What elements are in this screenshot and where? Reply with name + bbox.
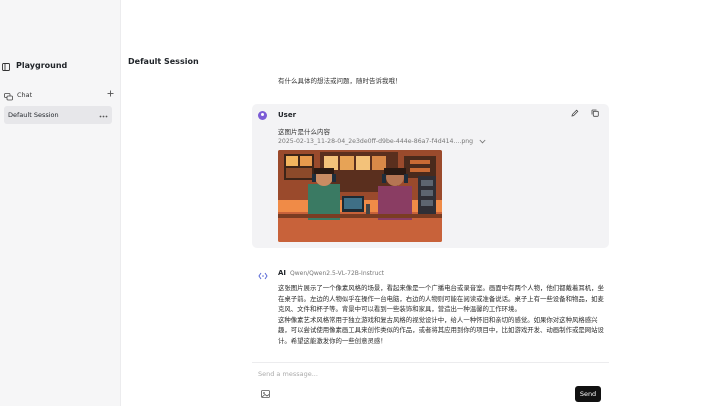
user-avatar-icon — [258, 111, 267, 120]
previous-ai-message: 有什么具体的想法或问题，随时告诉我哦！ — [278, 77, 402, 85]
page-title: Default Session — [128, 57, 199, 66]
ai-paragraph-1: 这张图片展示了一个像素风格的场景，看起来像是一个广播电台或录音室。画面中有两个人… — [278, 284, 604, 314]
chevron-down-icon[interactable] — [479, 139, 486, 144]
image-upload-icon[interactable] — [260, 388, 271, 399]
chat-bubbles-icon — [4, 86, 13, 105]
new-chat-button[interactable] — [107, 90, 114, 100]
sidebar: Playground Chat Default Session — [0, 0, 121, 406]
user-message-card: User 这图片是什么内容 2025-02-13_11-28-04_2e3de0… — [252, 104, 609, 248]
message-composer: Send — [252, 362, 609, 406]
send-button[interactable]: Send — [575, 386, 601, 402]
session-item-label: Default Session — [8, 111, 59, 119]
edit-pencil-icon[interactable] — [569, 107, 581, 119]
ai-paragraph-2: 这种像素艺术风格常用于独立游戏和复古风格的视觉设计中，给人一种怀旧和亲切的感觉。… — [278, 315, 604, 345]
sidebar-brand: Playground — [2, 57, 67, 73]
chat-section-label: Chat — [17, 91, 33, 99]
ai-bot-icon — [257, 271, 268, 280]
ai-message-text: 这张图片展示了一个像素风格的场景，看起来像是一个广播电台或录音室。画面中有两个人… — [278, 283, 608, 347]
sidebar-panel-icon[interactable] — [2, 56, 10, 75]
ai-model-name: Qwen/Qwen2.5-VL-72B-Instruct — [290, 270, 385, 277]
user-role-label: User — [278, 111, 297, 119]
chat-main: Default Session 有什么具体的想法或问题，随时告诉我哦！ User… — [121, 0, 720, 406]
ai-role-label: AI — [278, 269, 287, 277]
sidebar-session-item[interactable]: Default Session — [4, 106, 112, 124]
attachment-image[interactable] — [278, 150, 442, 242]
app-title: Playground — [16, 60, 68, 70]
plus-icon — [107, 90, 114, 97]
app: Playground Chat Default Session Default … — [0, 0, 720, 406]
attachment-row[interactable]: 2025-02-13_11-28-04_2e3de0ff-d9be-444e-8… — [278, 138, 486, 145]
more-dots-icon[interactable] — [99, 111, 108, 120]
copy-icon[interactable] — [589, 107, 601, 119]
message-toolbar — [569, 107, 601, 119]
user-message-text: 这图片是什么内容 — [278, 128, 330, 136]
message-input[interactable] — [258, 370, 518, 378]
chat-section-header: Chat — [4, 88, 114, 102]
attachment-filename: 2025-02-13_11-28-04_2e3de0ff-d9be-444e-8… — [278, 138, 474, 145]
